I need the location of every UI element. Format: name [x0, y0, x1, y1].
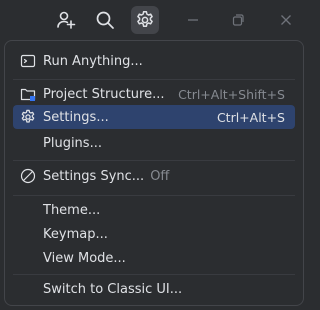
menu-item-label: Project Structure...	[43, 86, 165, 102]
restore-button[interactable]	[224, 6, 252, 34]
menu-item-label: Keymap...	[43, 226, 108, 242]
menu-item-label: Switch to Classic UI...	[43, 281, 183, 297]
menu-item-settings-sync[interactable]: Settings Sync... Off	[13, 164, 295, 188]
menu-item-settings[interactable]: Settings... Ctrl+Alt+S	[13, 105, 295, 129]
menu-separator	[13, 195, 295, 196]
add-user-icon	[56, 10, 76, 30]
menu-item-plugins[interactable]: Plugins...	[13, 131, 295, 155]
minimize-button[interactable]	[179, 6, 207, 34]
restore-icon	[230, 12, 246, 28]
close-button[interactable]	[272, 6, 300, 34]
menu-item-run-anything[interactable]: Run Anything...	[13, 49, 295, 73]
gear-icon	[20, 109, 36, 125]
gear-icon	[135, 10, 155, 30]
menu-item-label: View Mode...	[43, 250, 126, 266]
settings-gear-button[interactable]	[131, 6, 159, 34]
menu-separator	[13, 160, 295, 161]
menu-item-label: Run Anything...	[43, 53, 143, 69]
add-user-button[interactable]	[52, 6, 80, 34]
search-icon	[95, 10, 115, 30]
menu-item-view-mode[interactable]: View Mode...	[13, 246, 295, 270]
sync-status-label: Off	[150, 168, 170, 184]
menu-item-label: Theme...	[43, 202, 101, 218]
menu-item-theme[interactable]: Theme...	[13, 198, 295, 222]
menu-item-switch-classic-ui[interactable]: Switch to Classic UI...	[13, 277, 295, 301]
project-structure-icon	[20, 86, 36, 102]
menu-separator	[13, 79, 295, 80]
menu-item-project-structure[interactable]: Project Structure... Ctrl+Alt+Shift+S	[13, 82, 295, 106]
run-anything-icon	[20, 53, 36, 69]
settings-dropdown-menu: Run Anything... Project Structure... Ctr…	[4, 40, 304, 306]
close-icon	[278, 12, 294, 28]
search-button[interactable]	[91, 6, 119, 34]
shortcut-label: Ctrl+Alt+Shift+S	[178, 86, 285, 102]
shortcut-label: Ctrl+Alt+S	[216, 109, 285, 125]
title-bar	[0, 0, 310, 40]
sync-off-icon	[20, 168, 36, 184]
menu-item-label: Settings Sync...	[43, 168, 145, 184]
menu-separator	[13, 274, 295, 275]
menu-item-label: Plugins...	[43, 135, 102, 151]
menu-item-label: Settings...	[43, 109, 109, 125]
minimize-icon	[185, 12, 201, 28]
menu-item-keymap[interactable]: Keymap...	[13, 222, 295, 246]
